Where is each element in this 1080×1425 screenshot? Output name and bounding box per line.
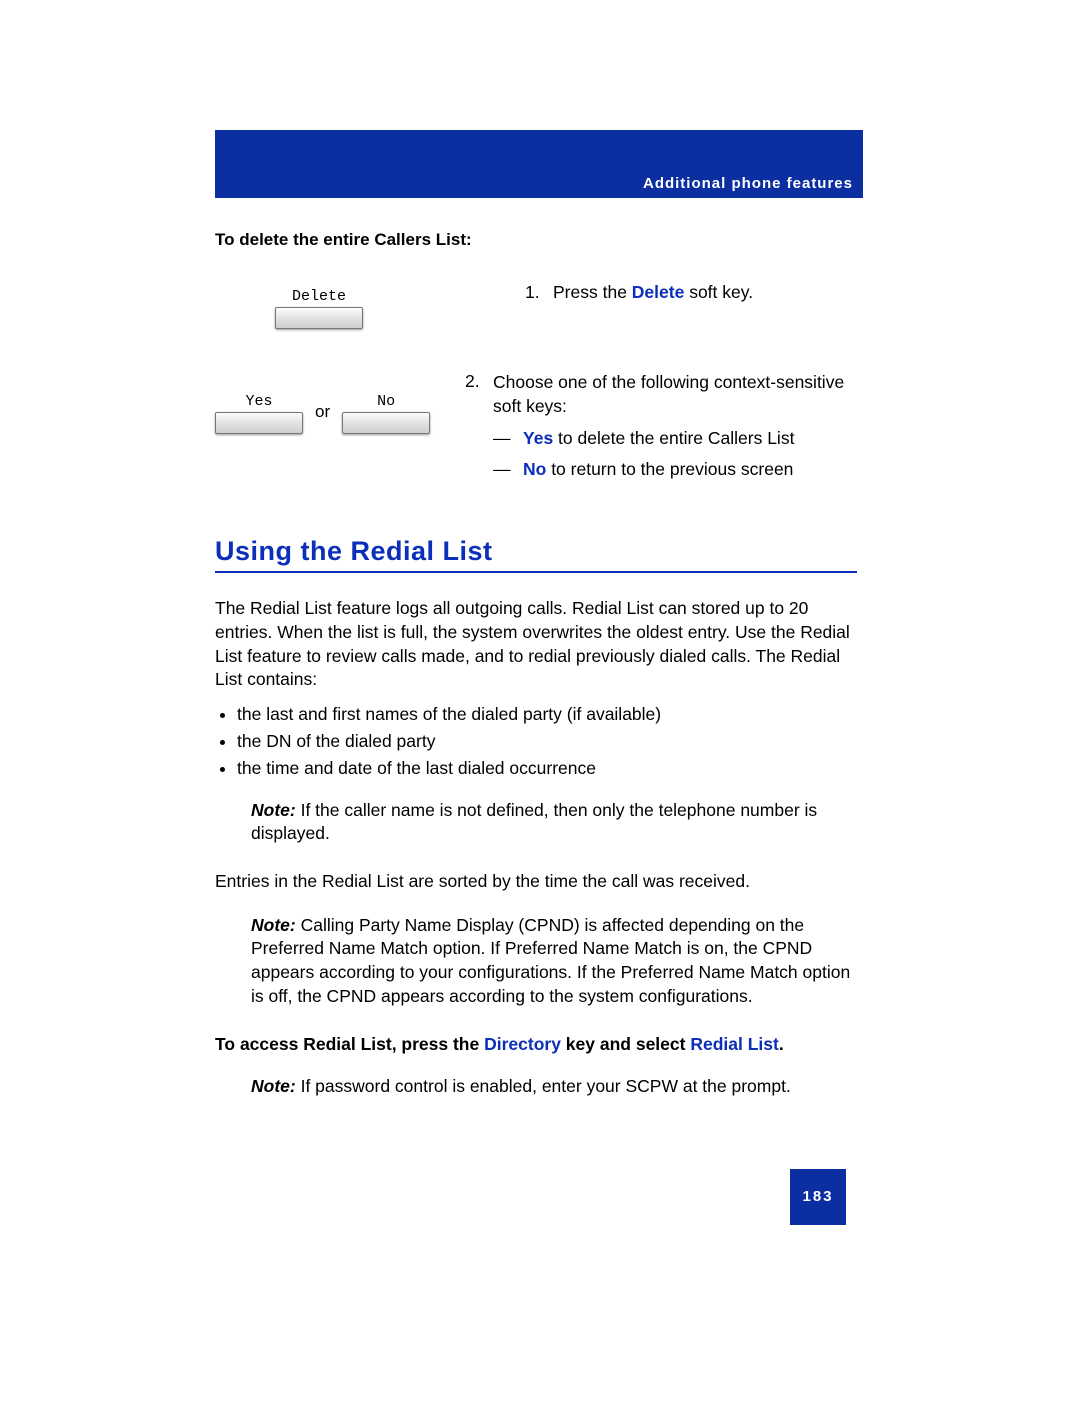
section-heading-redial: Using the Redial List — [215, 536, 857, 573]
redial-intro-paragraph: The Redial List feature logs all outgoin… — [215, 597, 857, 692]
text: key and select — [561, 1034, 690, 1054]
step-2-key-illustration: Yes or No — [215, 371, 465, 434]
list-item: the time and date of the last dialed occ… — [237, 758, 857, 779]
step-2-intro: Choose one of the following context-sens… — [493, 371, 857, 418]
redial-bullet-list: the last and first names of the dialed p… — [215, 704, 857, 779]
note-2: Note: Calling Party Name Display (CPND) … — [251, 914, 857, 1009]
text: . — [779, 1034, 784, 1054]
note-3: Note: If password control is enabled, en… — [251, 1075, 857, 1099]
list-item: the last and first names of the dialed p… — [237, 704, 857, 725]
no-softkey-illustration: No — [342, 393, 430, 434]
step-1-text: 1. Press the Delete soft key. — [525, 282, 857, 303]
step-number: 1. — [525, 282, 553, 303]
note-text: Calling Party Name Display (CPND) is aff… — [251, 915, 850, 1006]
page-number: 183 — [802, 1188, 833, 1205]
delete-keyword: Delete — [632, 282, 685, 302]
softkey-label: Yes — [245, 393, 272, 410]
step-number: 2. — [465, 371, 493, 480]
document-page: Additional phone features To delete the … — [0, 130, 1080, 1425]
header-section-title: Additional phone features — [643, 175, 853, 192]
step-1-key-illustration: Delete — [215, 282, 525, 329]
note-label: Note: — [251, 915, 296, 935]
page-number-box: 183 — [790, 1169, 846, 1225]
or-text: or — [315, 402, 330, 422]
dash: — — [493, 459, 523, 480]
step-2-text: 2. Choose one of the following context-s… — [465, 371, 857, 480]
step-1-body: Press the Delete soft key. — [553, 282, 857, 303]
redial-list-keyword: Redial List — [690, 1034, 779, 1054]
yes-option: Yes to delete the entire Callers List — [523, 428, 794, 449]
step-1-row: Delete 1. Press the Delete soft key. — [215, 282, 857, 329]
text: soft key. — [684, 282, 753, 302]
softkey-button-icon — [275, 307, 363, 329]
note-text: If password control is enabled, enter yo… — [296, 1076, 791, 1096]
no-keyword: No — [523, 459, 546, 479]
dash: — — [493, 428, 523, 449]
text: Press the — [553, 282, 632, 302]
access-instruction: To access Redial List, press the Directo… — [215, 1034, 857, 1055]
directory-keyword: Directory — [484, 1034, 561, 1054]
softkey-label: No — [377, 393, 395, 410]
yes-keyword: Yes — [523, 428, 553, 448]
note-label: Note: — [251, 800, 296, 820]
text: To access Redial List, press the — [215, 1034, 484, 1054]
note-1: Note: If the caller name is not defined,… — [251, 799, 857, 846]
softkey-label: Delete — [292, 288, 346, 305]
no-option: No to return to the previous screen — [523, 459, 793, 480]
list-item: the DN of the dialed party — [237, 731, 857, 752]
content-area: To delete the entire Callers List: Delet… — [215, 230, 857, 1099]
note-label: Note: — [251, 1076, 296, 1096]
text: to return to the previous screen — [546, 459, 793, 479]
delete-heading: To delete the entire Callers List: — [215, 230, 857, 250]
softkey-button-icon — [342, 412, 430, 434]
text: to delete the entire Callers List — [553, 428, 794, 448]
step-2-body: Choose one of the following context-sens… — [493, 371, 857, 480]
note-text: If the caller name is not defined, then … — [251, 800, 817, 844]
softkey-button-icon — [215, 412, 303, 434]
header-bar: Additional phone features — [215, 130, 863, 198]
sorted-paragraph: Entries in the Redial List are sorted by… — [215, 870, 857, 894]
step-2-row: Yes or No 2. Choose one of the following… — [215, 371, 857, 480]
delete-softkey-illustration: Delete — [275, 288, 363, 329]
yes-softkey-illustration: Yes — [215, 393, 303, 434]
